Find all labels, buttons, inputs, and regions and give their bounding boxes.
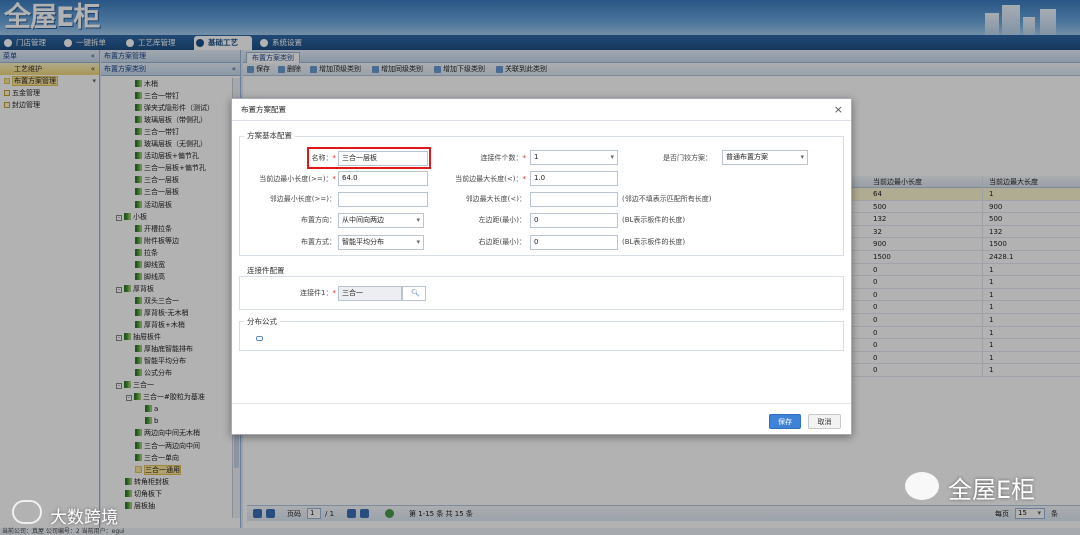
adj-hint: (邻边不填表示匹配所有长度) bbox=[622, 195, 712, 203]
formula-legend: 分布公式 bbox=[244, 316, 280, 327]
left-margin-hint: (BL表示板件的长度) bbox=[622, 216, 686, 224]
dialog-save-button[interactable]: 保存 bbox=[769, 414, 801, 429]
search-icon[interactable]: 🔍︎ bbox=[402, 286, 426, 301]
method-select[interactable]: 智能平均分布 bbox=[338, 235, 424, 250]
adj-max-label: 邻边最大长度(<)： bbox=[465, 195, 526, 203]
adj-min-input[interactable] bbox=[338, 192, 428, 207]
connector-count-select[interactable]: 1 bbox=[530, 150, 618, 165]
right-margin-input[interactable]: 0 bbox=[530, 235, 618, 250]
cur-max-label: 当前边最大长度(<)：* bbox=[455, 175, 526, 183]
footer-divider bbox=[232, 403, 851, 404]
cur-max-input[interactable]: 1.0 bbox=[530, 171, 618, 186]
dialog-cancel-button[interactable]: 取消 bbox=[808, 414, 841, 429]
connector1-input[interactable]: 三合一 bbox=[338, 286, 402, 301]
connector1-label: 连接件1：* bbox=[300, 289, 336, 297]
connector-count-label: 连接件个数：* bbox=[480, 154, 527, 162]
highlight-box bbox=[307, 147, 431, 169]
direction-select[interactable]: 从中间向两边 bbox=[338, 213, 424, 228]
cur-min-label: 当前边最小长度(>=)：* bbox=[259, 175, 336, 183]
brand-icon bbox=[12, 500, 42, 524]
wechat-icon bbox=[905, 472, 939, 500]
comment-icon[interactable] bbox=[256, 336, 263, 341]
left-margin-input[interactable]: 0 bbox=[530, 213, 618, 228]
dialog-title: 布置方案配置 bbox=[232, 99, 851, 121]
right-margin-hint: (BL表示板件的长度) bbox=[622, 238, 686, 246]
left-margin-label: 左边距(最小)： bbox=[478, 216, 526, 224]
adj-max-input[interactable] bbox=[530, 192, 618, 207]
basic-config-legend: 方案基本配置 bbox=[244, 130, 295, 141]
formula-section bbox=[239, 321, 844, 351]
layout-plan-dialog: 布置方案配置 × 方案基本配置 名称：* 三合一层板 连接件个数：* 1 是否门… bbox=[231, 98, 852, 435]
watermark-left: 大数跨境 bbox=[50, 508, 118, 528]
connector-config-legend: 连接件配置 bbox=[244, 265, 288, 276]
door-plan-label: 是否门铰方案： bbox=[663, 154, 712, 162]
adj-min-label: 邻边最小长度(>=)： bbox=[269, 195, 336, 203]
watermark-right: 全屋E柜 bbox=[948, 476, 1036, 504]
close-icon[interactable]: × bbox=[834, 99, 843, 121]
cur-min-input[interactable]: 64.0 bbox=[338, 171, 428, 186]
door-plan-select[interactable]: 普通布置方案 bbox=[722, 150, 808, 165]
right-margin-label: 右边距(最小)： bbox=[478, 238, 526, 246]
direction-label: 布置方向： bbox=[301, 216, 336, 224]
method-label: 布置方式： bbox=[301, 238, 336, 246]
